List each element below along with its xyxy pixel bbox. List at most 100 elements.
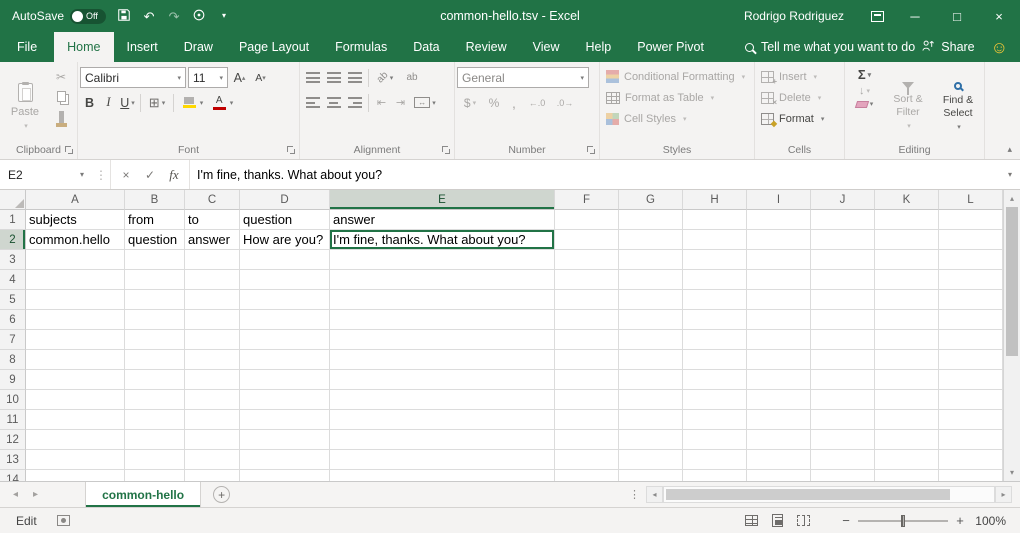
align-right-button[interactable] <box>344 92 365 113</box>
ribbon-display-options-icon[interactable] <box>860 0 894 32</box>
cell-L8[interactable] <box>939 350 1003 370</box>
cell-J10[interactable] <box>811 390 875 410</box>
cell-B10[interactable] <box>125 390 185 410</box>
cell-A7[interactable] <box>26 330 125 350</box>
cell-G14[interactable] <box>619 470 683 481</box>
cell-J7[interactable] <box>811 330 875 350</box>
formula-input[interactable]: I'm fine, thanks. What about you? <box>190 160 1000 189</box>
zoom-level[interactable]: 100% <box>972 514 1020 528</box>
vertical-scroll-thumb[interactable] <box>1006 207 1018 356</box>
zoom-slider-thumb[interactable] <box>901 515 905 527</box>
cell-H1[interactable] <box>683 210 747 230</box>
conditional-formatting-button[interactable]: Conditional Formatting ▾ <box>602 66 752 87</box>
formula-bar-expand-chevron-icon[interactable]: ▾ <box>1000 160 1020 189</box>
merge-center-button[interactable]: ↔▾ <box>410 97 440 108</box>
font-dialog-launcher[interactable] <box>286 145 297 156</box>
format-painter-button[interactable] <box>48 107 74 126</box>
row-header-5[interactable]: 5 <box>0 290 26 310</box>
cell-E13[interactable] <box>330 450 555 470</box>
borders-button[interactable]: ⊞▾ <box>144 95 170 111</box>
cell-D3[interactable] <box>240 250 330 270</box>
cell-H4[interactable] <box>683 270 747 290</box>
cell-D2[interactable]: How are you? <box>240 230 330 250</box>
cell-G11[interactable] <box>619 410 683 430</box>
cell-L12[interactable] <box>939 430 1003 450</box>
column-header-E[interactable]: E <box>330 190 555 210</box>
cell-C8[interactable] <box>185 350 240 370</box>
cell-D7[interactable] <box>240 330 330 350</box>
vertical-scroll-track[interactable] <box>1004 207 1020 464</box>
copy-button[interactable] <box>48 87 74 106</box>
cell-I8[interactable] <box>747 350 811 370</box>
row-header-8[interactable]: 8 <box>0 350 26 370</box>
cell-A11[interactable] <box>26 410 125 430</box>
decrease-decimal-button[interactable]: .0→ <box>551 98 579 108</box>
cell-D13[interactable] <box>240 450 330 470</box>
cell-H2[interactable] <box>683 230 747 250</box>
cell-H10[interactable] <box>683 390 747 410</box>
cell-E2[interactable]: I'm fine, thanks. What about you? <box>330 230 555 250</box>
cell-F13[interactable] <box>555 450 619 470</box>
fill-color-button[interactable]: ▾ <box>177 97 207 108</box>
qat-customize-chevron-icon[interactable]: ▾ <box>217 12 231 20</box>
cell-I10[interactable] <box>747 390 811 410</box>
cell-G4[interactable] <box>619 270 683 290</box>
delete-cells-button[interactable]: × Delete ▾ <box>757 87 842 108</box>
increase-font-button[interactable]: A▴ <box>230 67 249 88</box>
cell-styles-button[interactable]: Cell Styles ▾ <box>602 108 752 129</box>
cell-J14[interactable] <box>811 470 875 481</box>
cell-J11[interactable] <box>811 410 875 430</box>
cell-K2[interactable] <box>875 230 939 250</box>
row-header-7[interactable]: 7 <box>0 330 26 350</box>
scroll-up-icon[interactable]: ▴ <box>1004 190 1020 207</box>
cell-F14[interactable] <box>555 470 619 481</box>
cell-G13[interactable] <box>619 450 683 470</box>
font-name-combo[interactable]: Calibri ▾ <box>80 67 186 88</box>
cell-A9[interactable] <box>26 370 125 390</box>
cell-K7[interactable] <box>875 330 939 350</box>
cell-C5[interactable] <box>185 290 240 310</box>
cell-A3[interactable] <box>26 250 125 270</box>
cell-F5[interactable] <box>555 290 619 310</box>
zoom-slider[interactable] <box>858 511 948 531</box>
cell-E9[interactable] <box>330 370 555 390</box>
vertical-scrollbar[interactable]: ▴ ▾ <box>1003 190 1020 481</box>
row-header-10[interactable]: 10 <box>0 390 26 410</box>
cell-J13[interactable] <box>811 450 875 470</box>
font-size-combo[interactable]: 11 ▾ <box>188 67 228 88</box>
cell-J5[interactable] <box>811 290 875 310</box>
cell-F2[interactable] <box>555 230 619 250</box>
cell-F9[interactable] <box>555 370 619 390</box>
cell-F8[interactable] <box>555 350 619 370</box>
cell-L13[interactable] <box>939 450 1003 470</box>
cell-E10[interactable] <box>330 390 555 410</box>
cell-I12[interactable] <box>747 430 811 450</box>
cell-C1[interactable]: to <box>185 210 240 230</box>
cell-C10[interactable] <box>185 390 240 410</box>
cell-A6[interactable] <box>26 310 125 330</box>
tab-review[interactable]: Review <box>453 32 520 62</box>
orientation-button[interactable]: ab▾ <box>372 72 398 83</box>
cell-F11[interactable] <box>555 410 619 430</box>
sheetbar-grip-icon[interactable]: ⋮ <box>625 482 644 507</box>
align-left-button[interactable] <box>302 92 323 113</box>
row-header-9[interactable]: 9 <box>0 370 26 390</box>
cell-L9[interactable] <box>939 370 1003 390</box>
accounting-format-button[interactable]: $▾ <box>457 96 483 110</box>
cell-A4[interactable] <box>26 270 125 290</box>
cell-A1[interactable]: subjects <box>26 210 125 230</box>
maximize-button[interactable]: □ <box>936 0 978 32</box>
cell-L5[interactable] <box>939 290 1003 310</box>
cell-C11[interactable] <box>185 410 240 430</box>
cell-C2[interactable]: answer <box>185 230 240 250</box>
cell-H13[interactable] <box>683 450 747 470</box>
cell-D14[interactable] <box>240 470 330 481</box>
comma-style-button[interactable]: , <box>505 95 523 111</box>
cell-A12[interactable] <box>26 430 125 450</box>
column-header-B[interactable]: B <box>125 190 185 210</box>
align-bottom-button[interactable] <box>344 67 365 88</box>
tab-page-layout[interactable]: Page Layout <box>226 32 322 62</box>
view-page-break-button[interactable] <box>790 511 816 531</box>
cell-E3[interactable] <box>330 250 555 270</box>
clipboard-dialog-launcher[interactable] <box>64 145 75 156</box>
